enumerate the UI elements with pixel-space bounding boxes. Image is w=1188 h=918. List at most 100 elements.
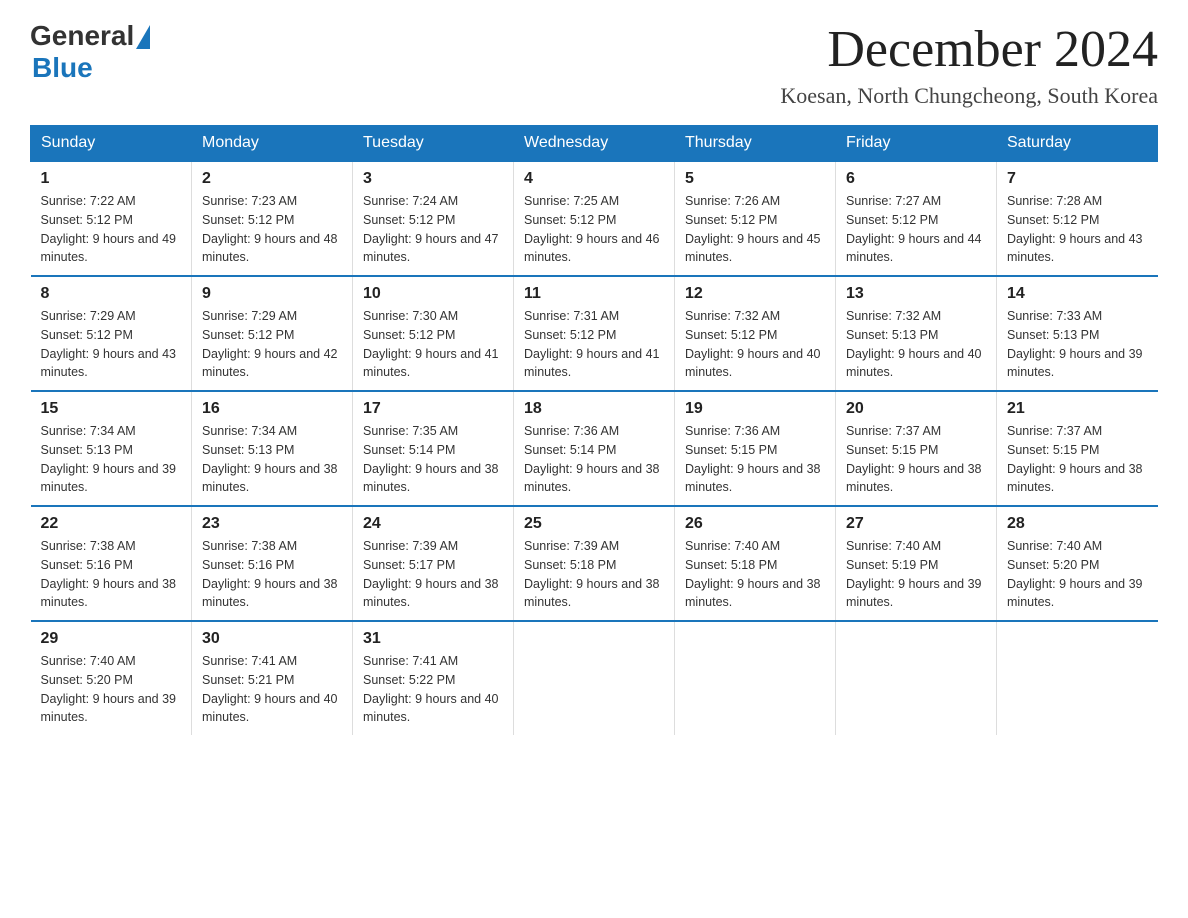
day-info: Sunrise: 7:40 AMSunset: 5:20 PMDaylight:… [1007, 539, 1143, 609]
day-number: 29 [41, 630, 182, 648]
day-cell: 20 Sunrise: 7:37 AMSunset: 5:15 PMDaylig… [836, 391, 997, 506]
day-number: 25 [524, 515, 664, 533]
day-cell: 27 Sunrise: 7:40 AMSunset: 5:19 PMDaylig… [836, 506, 997, 621]
day-info: Sunrise: 7:41 AMSunset: 5:22 PMDaylight:… [363, 654, 499, 724]
day-cell: 21 Sunrise: 7:37 AMSunset: 5:15 PMDaylig… [997, 391, 1158, 506]
day-number: 18 [524, 400, 664, 418]
header: General Blue December 2024 Koesan, North… [30, 20, 1158, 109]
day-number: 2 [202, 170, 342, 188]
calendar-table: SundayMondayTuesdayWednesdayThursdayFrid… [30, 125, 1158, 735]
day-number: 31 [363, 630, 503, 648]
day-info: Sunrise: 7:38 AMSunset: 5:16 PMDaylight:… [202, 539, 338, 609]
day-info: Sunrise: 7:26 AMSunset: 5:12 PMDaylight:… [685, 194, 821, 264]
day-number: 24 [363, 515, 503, 533]
day-number: 17 [363, 400, 503, 418]
day-number: 14 [1007, 285, 1148, 303]
header-monday: Monday [192, 126, 353, 162]
day-number: 23 [202, 515, 342, 533]
header-thursday: Thursday [675, 126, 836, 162]
day-cell: 1 Sunrise: 7:22 AMSunset: 5:12 PMDayligh… [31, 161, 192, 276]
day-cell: 4 Sunrise: 7:25 AMSunset: 5:12 PMDayligh… [514, 161, 675, 276]
day-number: 10 [363, 285, 503, 303]
day-cell [514, 621, 675, 735]
day-info: Sunrise: 7:34 AMSunset: 5:13 PMDaylight:… [202, 424, 338, 494]
day-info: Sunrise: 7:36 AMSunset: 5:15 PMDaylight:… [685, 424, 821, 494]
day-number: 12 [685, 285, 825, 303]
day-number: 28 [1007, 515, 1148, 533]
week-row-4: 22 Sunrise: 7:38 AMSunset: 5:16 PMDaylig… [31, 506, 1158, 621]
day-info: Sunrise: 7:37 AMSunset: 5:15 PMDaylight:… [1007, 424, 1143, 494]
day-number: 9 [202, 285, 342, 303]
day-info: Sunrise: 7:38 AMSunset: 5:16 PMDaylight:… [41, 539, 177, 609]
day-info: Sunrise: 7:29 AMSunset: 5:12 PMDaylight:… [202, 309, 338, 379]
header-tuesday: Tuesday [353, 126, 514, 162]
day-cell: 5 Sunrise: 7:26 AMSunset: 5:12 PMDayligh… [675, 161, 836, 276]
day-number: 21 [1007, 400, 1148, 418]
day-info: Sunrise: 7:32 AMSunset: 5:12 PMDaylight:… [685, 309, 821, 379]
day-cell [836, 621, 997, 735]
header-sunday: Sunday [31, 126, 192, 162]
day-cell: 26 Sunrise: 7:40 AMSunset: 5:18 PMDaylig… [675, 506, 836, 621]
day-cell: 16 Sunrise: 7:34 AMSunset: 5:13 PMDaylig… [192, 391, 353, 506]
day-cell: 11 Sunrise: 7:31 AMSunset: 5:12 PMDaylig… [514, 276, 675, 391]
day-number: 8 [41, 285, 182, 303]
day-cell: 14 Sunrise: 7:33 AMSunset: 5:13 PMDaylig… [997, 276, 1158, 391]
day-info: Sunrise: 7:40 AMSunset: 5:18 PMDaylight:… [685, 539, 821, 609]
day-cell: 15 Sunrise: 7:34 AMSunset: 5:13 PMDaylig… [31, 391, 192, 506]
day-info: Sunrise: 7:37 AMSunset: 5:15 PMDaylight:… [846, 424, 982, 494]
day-info: Sunrise: 7:29 AMSunset: 5:12 PMDaylight:… [41, 309, 177, 379]
day-info: Sunrise: 7:24 AMSunset: 5:12 PMDaylight:… [363, 194, 499, 264]
day-info: Sunrise: 7:22 AMSunset: 5:12 PMDaylight:… [41, 194, 177, 264]
day-number: 3 [363, 170, 503, 188]
week-row-1: 1 Sunrise: 7:22 AMSunset: 5:12 PMDayligh… [31, 161, 1158, 276]
day-number: 6 [846, 170, 986, 188]
week-row-2: 8 Sunrise: 7:29 AMSunset: 5:12 PMDayligh… [31, 276, 1158, 391]
logo-triangle-icon [136, 25, 150, 49]
day-number: 4 [524, 170, 664, 188]
day-cell: 24 Sunrise: 7:39 AMSunset: 5:17 PMDaylig… [353, 506, 514, 621]
day-number: 15 [41, 400, 182, 418]
calendar-title: December 2024 [780, 20, 1158, 79]
day-cell: 12 Sunrise: 7:32 AMSunset: 5:12 PMDaylig… [675, 276, 836, 391]
day-cell: 31 Sunrise: 7:41 AMSunset: 5:22 PMDaylig… [353, 621, 514, 735]
day-cell [675, 621, 836, 735]
day-info: Sunrise: 7:33 AMSunset: 5:13 PMDaylight:… [1007, 309, 1143, 379]
day-info: Sunrise: 7:40 AMSunset: 5:20 PMDaylight:… [41, 654, 177, 724]
day-cell [997, 621, 1158, 735]
day-cell: 3 Sunrise: 7:24 AMSunset: 5:12 PMDayligh… [353, 161, 514, 276]
week-row-5: 29 Sunrise: 7:40 AMSunset: 5:20 PMDaylig… [31, 621, 1158, 735]
header-row: SundayMondayTuesdayWednesdayThursdayFrid… [31, 126, 1158, 162]
day-cell: 9 Sunrise: 7:29 AMSunset: 5:12 PMDayligh… [192, 276, 353, 391]
day-cell: 23 Sunrise: 7:38 AMSunset: 5:16 PMDaylig… [192, 506, 353, 621]
day-info: Sunrise: 7:40 AMSunset: 5:19 PMDaylight:… [846, 539, 982, 609]
logo: General Blue [30, 20, 150, 84]
header-friday: Friday [836, 126, 997, 162]
day-info: Sunrise: 7:23 AMSunset: 5:12 PMDaylight:… [202, 194, 338, 264]
day-info: Sunrise: 7:25 AMSunset: 5:12 PMDaylight:… [524, 194, 660, 264]
day-number: 26 [685, 515, 825, 533]
header-saturday: Saturday [997, 126, 1158, 162]
day-info: Sunrise: 7:36 AMSunset: 5:14 PMDaylight:… [524, 424, 660, 494]
day-info: Sunrise: 7:30 AMSunset: 5:12 PMDaylight:… [363, 309, 499, 379]
day-cell: 28 Sunrise: 7:40 AMSunset: 5:20 PMDaylig… [997, 506, 1158, 621]
day-cell: 8 Sunrise: 7:29 AMSunset: 5:12 PMDayligh… [31, 276, 192, 391]
day-info: Sunrise: 7:31 AMSunset: 5:12 PMDaylight:… [524, 309, 660, 379]
day-cell: 29 Sunrise: 7:40 AMSunset: 5:20 PMDaylig… [31, 621, 192, 735]
day-number: 22 [41, 515, 182, 533]
day-info: Sunrise: 7:35 AMSunset: 5:14 PMDaylight:… [363, 424, 499, 494]
day-info: Sunrise: 7:39 AMSunset: 5:18 PMDaylight:… [524, 539, 660, 609]
day-cell: 22 Sunrise: 7:38 AMSunset: 5:16 PMDaylig… [31, 506, 192, 621]
day-cell: 13 Sunrise: 7:32 AMSunset: 5:13 PMDaylig… [836, 276, 997, 391]
day-info: Sunrise: 7:39 AMSunset: 5:17 PMDaylight:… [363, 539, 499, 609]
day-number: 7 [1007, 170, 1148, 188]
day-number: 19 [685, 400, 825, 418]
day-info: Sunrise: 7:27 AMSunset: 5:12 PMDaylight:… [846, 194, 982, 264]
day-cell: 7 Sunrise: 7:28 AMSunset: 5:12 PMDayligh… [997, 161, 1158, 276]
logo-general-text: General [30, 20, 134, 52]
day-info: Sunrise: 7:41 AMSunset: 5:21 PMDaylight:… [202, 654, 338, 724]
day-number: 5 [685, 170, 825, 188]
title-area: December 2024 Koesan, North Chungcheong,… [780, 20, 1158, 109]
day-info: Sunrise: 7:32 AMSunset: 5:13 PMDaylight:… [846, 309, 982, 379]
logo-blue-text: Blue [32, 52, 93, 84]
day-number: 11 [524, 285, 664, 303]
